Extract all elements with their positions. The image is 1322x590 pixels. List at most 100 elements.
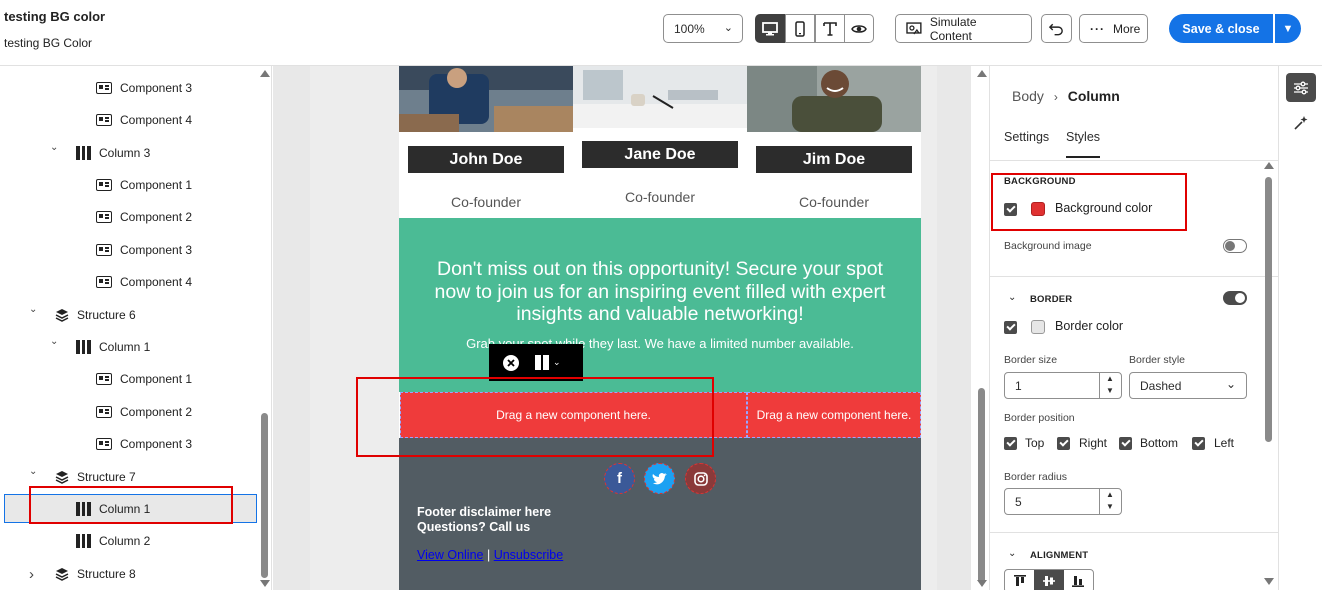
team-photo-2[interactable] [573, 66, 747, 128]
breadcrumb-parent[interactable]: Body [1012, 88, 1044, 104]
tree-item-column[interactable]: Column 1 ⌄ [50, 332, 151, 362]
mobile-view-button[interactable] [785, 14, 815, 43]
tree-item-component[interactable]: Component 3 [96, 73, 192, 103]
border-left-checkbox[interactable] [1192, 437, 1205, 450]
email-body[interactable]: John Doe Jane Doe Jim Doe Co-founder Co-… [399, 66, 921, 590]
tree-item-label: Column 2 [99, 534, 151, 548]
person-name-2[interactable]: Jane Doe [582, 141, 738, 168]
chevron-right-icon[interactable]: › [29, 566, 34, 583]
desktop-view-button[interactable] [755, 14, 785, 43]
chevron-down-icon[interactable]: ⌄ [50, 142, 58, 153]
more-button[interactable]: ··· More [1079, 14, 1148, 43]
instagram-icon[interactable] [685, 463, 716, 494]
background-color-label: Background color [1055, 201, 1153, 215]
tree-item-structure[interactable]: Structure 8 › [29, 559, 136, 589]
column-icon [76, 340, 92, 354]
tree-item-component[interactable]: Component 1 [96, 170, 192, 200]
border-style-select[interactable]: Dashed ⌄ [1129, 372, 1247, 399]
background-color-swatch[interactable] [1031, 202, 1045, 216]
person-name-1[interactable]: John Doe [408, 146, 564, 173]
scroll-up-icon [977, 70, 987, 77]
panel-scrollbar[interactable] [1263, 160, 1275, 590]
drop-zone-column-1[interactable]: Drag a new component here. [400, 392, 747, 438]
align-middle-icon [1042, 576, 1055, 586]
tree-item-component[interactable]: Component 3 [96, 429, 192, 459]
tab-styles[interactable]: Styles [1066, 130, 1101, 158]
email-footer[interactable]: f Footer disclaimer here Questions? Call… [399, 438, 921, 590]
tree-item-component[interactable]: Component 4 [96, 267, 192, 297]
background-image-toggle[interactable] [1223, 239, 1247, 253]
tree-item-component[interactable]: Component 2 [96, 397, 192, 427]
unsubscribe-link[interactable]: Unsubscribe [494, 548, 563, 562]
tree-scrollbar[interactable] [259, 68, 271, 588]
preview-button[interactable] [844, 14, 874, 43]
save-options-button[interactable]: ▼ [1275, 14, 1301, 43]
align-bottom-button[interactable] [1064, 570, 1093, 590]
border-size-value: 1 [1015, 379, 1022, 393]
promo-section[interactable]: Don't miss out on this opportunity! Secu… [399, 218, 921, 392]
breadcrumb-chevron-icon: › [1053, 90, 1058, 104]
facebook-icon[interactable]: f [604, 463, 635, 494]
tree-item-column[interactable]: Column 3 ⌄ [50, 138, 150, 168]
footer-call[interactable]: Questions? Call us [417, 520, 530, 534]
tree-item-column[interactable]: Column 2 [76, 526, 150, 556]
component-icon [96, 438, 112, 450]
tree-item-label: Structure 7 [77, 470, 136, 484]
tree-item-column[interactable]: Column 1 [76, 494, 150, 524]
chevron-down-icon[interactable]: ⌄ [50, 336, 58, 347]
remove-column-button[interactable] [503, 354, 519, 371]
twitter-icon[interactable] [644, 463, 675, 494]
team-photo-3[interactable] [747, 66, 921, 132]
drop-zone-column-2[interactable]: Drag a new component here. [747, 392, 921, 438]
tree-item-component[interactable]: Component 3 [96, 235, 192, 265]
border-color-swatch[interactable] [1031, 320, 1045, 334]
tree-item-label: Column 1 [99, 340, 151, 354]
align-middle-button[interactable] [1034, 570, 1064, 590]
tree-item-label: Column 1 [99, 502, 151, 516]
team-photo-1[interactable] [399, 66, 573, 132]
person-role-1[interactable]: Co-founder [399, 194, 573, 210]
column-layout-button[interactable]: ⌄ [535, 355, 561, 370]
align-top-button[interactable] [1005, 570, 1034, 590]
person-role-2[interactable]: Co-founder [573, 189, 747, 205]
promo-text[interactable]: Don't miss out on this opportunity! Secu… [424, 258, 896, 326]
tab-settings[interactable]: Settings [1004, 130, 1049, 144]
canvas-scrollbar[interactable] [976, 68, 988, 590]
properties-rail-button[interactable] [1286, 73, 1316, 102]
zoom-select[interactable]: 100% ⌄ [663, 14, 743, 43]
footer-links: View Online | Unsubscribe [417, 548, 563, 562]
align-bottom-icon [1072, 576, 1085, 587]
simulate-content-button[interactable]: Simulate Content [895, 14, 1032, 43]
person-role-3[interactable]: Co-founder [747, 194, 921, 210]
border-bottom-checkbox[interactable] [1119, 437, 1132, 450]
border-right-checkbox[interactable] [1057, 437, 1070, 450]
border-radius-stepper[interactable]: ▲ ▼ [1099, 489, 1121, 514]
tree-item-structure[interactable]: Structure 7 ⌄ [29, 462, 136, 492]
border-radius-input[interactable]: 5 ▲ ▼ [1004, 488, 1122, 515]
undo-button[interactable] [1041, 14, 1072, 43]
close-icon [507, 358, 515, 367]
tree-item-component[interactable]: Component 1 [96, 364, 192, 394]
border-size-label: Border size [1004, 354, 1058, 366]
border-color-checkbox[interactable] [1004, 321, 1017, 334]
border-top-checkbox[interactable] [1004, 437, 1017, 450]
border-size-input[interactable]: 1 ▲ ▼ [1004, 372, 1122, 399]
border-heading: BORDER [1030, 294, 1073, 305]
border-size-stepper[interactable]: ▲ ▼ [1099, 373, 1121, 398]
save-close-button[interactable]: Save & close [1169, 14, 1273, 43]
chevron-down-icon[interactable]: ⌄ [29, 304, 37, 315]
column-icon [76, 502, 92, 516]
person-name-3[interactable]: Jim Doe [756, 146, 912, 173]
chevron-down-icon[interactable]: ⌄ [29, 466, 37, 477]
ai-assistant-button[interactable] [1292, 114, 1310, 132]
border-toggle[interactable] [1223, 291, 1247, 305]
text-view-button[interactable] [815, 14, 845, 43]
tree-item-component[interactable]: Component 4 [96, 105, 192, 135]
background-divider [990, 276, 1278, 277]
tree-item-component[interactable]: Component 2 [96, 202, 192, 232]
footer-disclaimer[interactable]: Footer disclaimer here [417, 505, 551, 519]
tree-item-structure[interactable]: Structure 6 ⌄ [29, 300, 136, 330]
view-online-link[interactable]: View Online [417, 548, 483, 562]
grab-text[interactable]: Grab your spot while they last. We have … [399, 336, 921, 351]
background-color-checkbox[interactable] [1004, 203, 1017, 216]
